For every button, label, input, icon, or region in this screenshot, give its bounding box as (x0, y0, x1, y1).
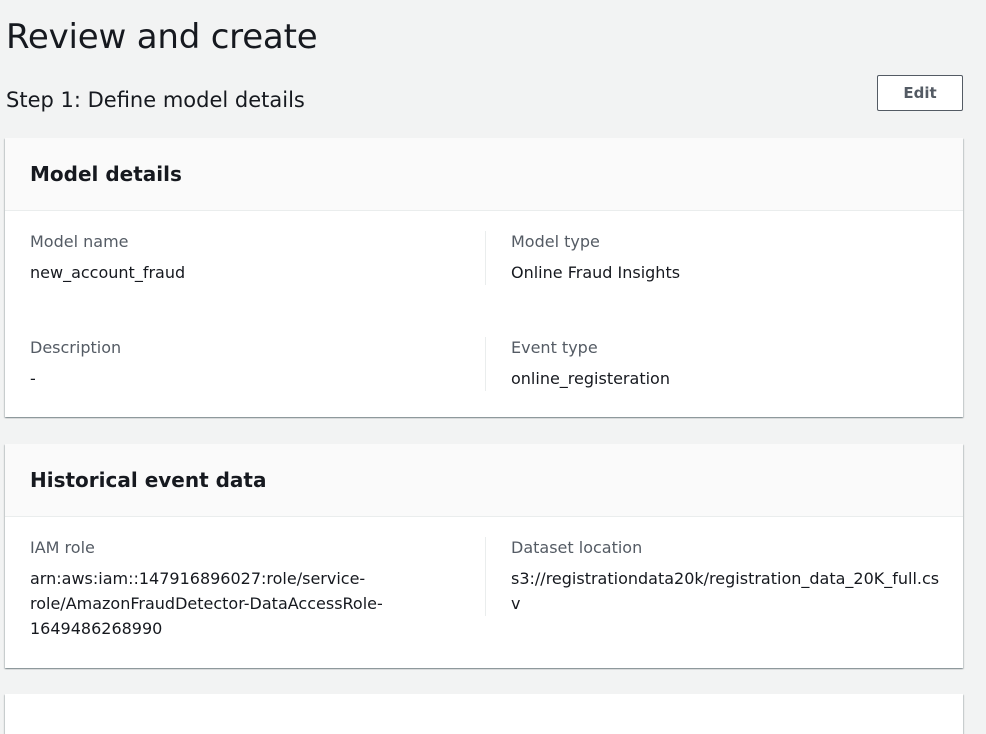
historical-event-data-title: Historical event data (30, 468, 267, 492)
next-section-card (5, 694, 963, 734)
description-value: - (30, 369, 36, 388)
event-type-field: Event type online_registeration (485, 337, 941, 391)
description-field: Description - (30, 337, 470, 391)
model-details-header: Model details (5, 138, 963, 211)
iam-role-value: arn:aws:iam::147916896027:role/service-r… (30, 569, 383, 638)
description-label: Description (30, 338, 122, 357)
edit-button[interactable]: Edit (877, 75, 963, 111)
model-details-card: Model details Model name new_account_fra… (5, 138, 963, 417)
dataset-location-field: Dataset location s3://registrationdata20… (485, 537, 941, 616)
model-name-value: new_account_fraud (30, 263, 186, 282)
historical-event-data-card: Historical event data IAM role arn:aws:i… (5, 444, 963, 668)
event-type-label: Event type (511, 338, 598, 357)
iam-role-label: IAM role (30, 538, 95, 557)
model-name-field: Model name new_account_fraud (30, 231, 470, 285)
historical-event-data-header: Historical event data (5, 444, 963, 517)
step-1-header: Step 1: Define model details (6, 88, 305, 112)
model-details-title: Model details (30, 162, 182, 186)
dataset-location-label: Dataset location (511, 538, 643, 557)
dataset-location-value: s3://registrationdata20k/registration_da… (511, 569, 940, 613)
model-type-field: Model type Online Fraud Insights (485, 231, 941, 285)
page-title: Review and create (6, 17, 318, 57)
event-type-value: online_registeration (511, 369, 670, 388)
model-type-value: Online Fraud Insights (511, 263, 681, 282)
model-type-label: Model type (511, 232, 600, 251)
model-name-label: Model name (30, 232, 129, 251)
iam-role-field: IAM role arn:aws:iam::147916896027:role/… (30, 537, 430, 641)
